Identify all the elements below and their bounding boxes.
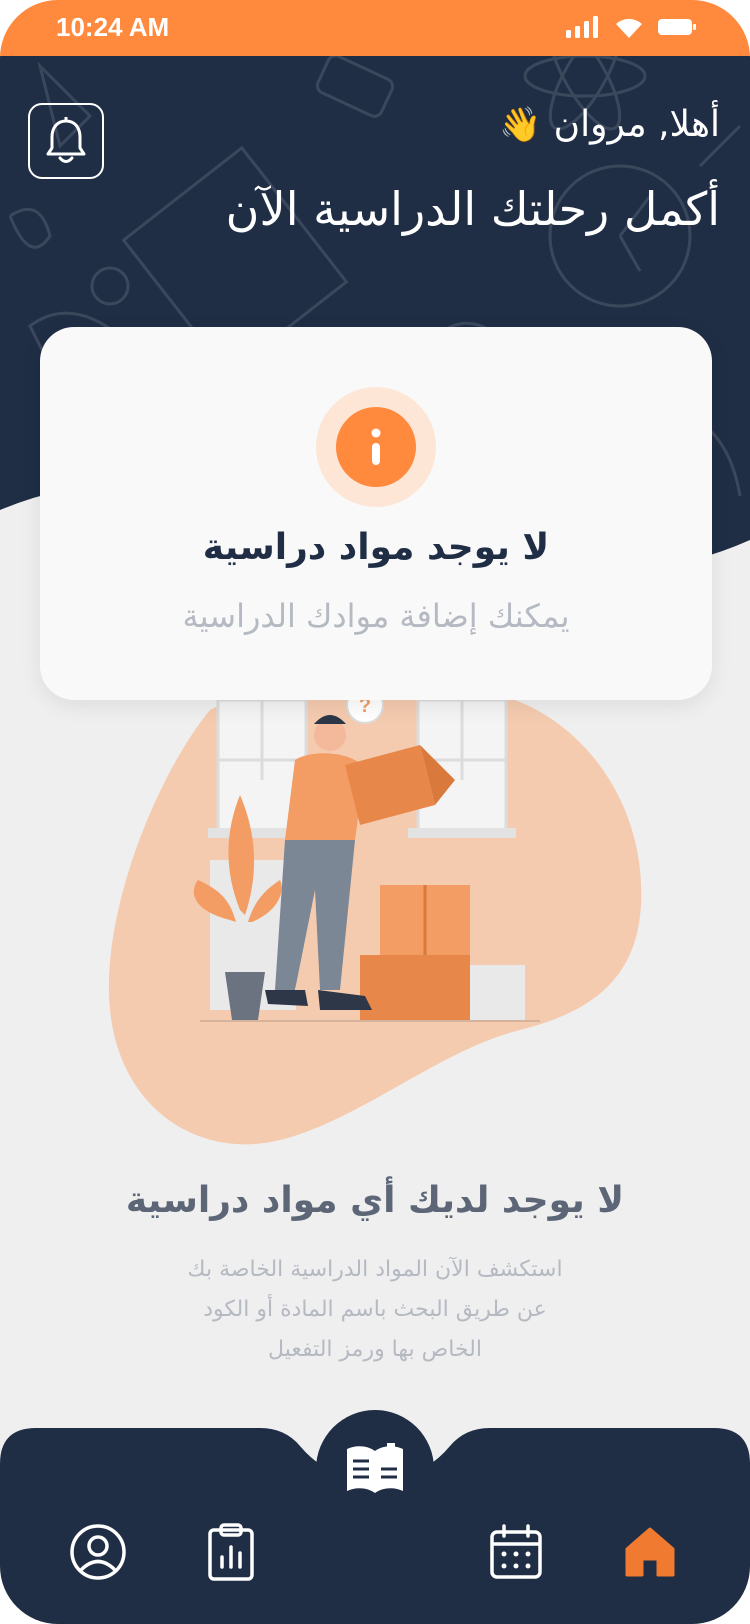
description-line: عن طريق البحث باسم المادة أو الكود: [203, 1297, 547, 1322]
open-book-icon: [347, 1443, 403, 1493]
status-time: 10:24 AM: [56, 12, 170, 42]
calendar-icon: [490, 1524, 542, 1579]
profile-icon: [70, 1524, 126, 1580]
nav-item-home[interactable]: [618, 1520, 682, 1584]
open-book-button[interactable]: [316, 1410, 434, 1528]
card-subtitle: يمكنك إضافة موادك الدراسية: [182, 597, 570, 635]
signal-icon: [566, 16, 598, 38]
app-screen: 10:24 AM أهلا, مروان 👋 أكمل رحلتك الدراس…: [0, 0, 750, 1624]
description-line: استكشف الآن المواد الدراسية الخاصة بك: [187, 1257, 563, 1282]
card-title: لا يوجد مواد دراسية: [202, 527, 550, 568]
home-icon: [625, 1527, 675, 1577]
bell-icon: [46, 117, 86, 163]
nav-item-profile[interactable]: [66, 1520, 130, 1584]
report-clipboard-icon: [208, 1523, 254, 1581]
greeting: أهلا, مروان 👋: [499, 104, 720, 145]
greeting-text: أهلا, مروان: [553, 104, 720, 145]
battery-icon: [658, 19, 696, 35]
waving-hand-icon: 👋: [499, 104, 542, 145]
nav-item-reports[interactable]: [199, 1520, 263, 1584]
nav-item-calendar[interactable]: [484, 1520, 548, 1584]
wifi-icon: [616, 18, 642, 38]
status-icons: [566, 16, 696, 38]
empty-state-title: لا يوجد لديك أي مواد دراسية: [125, 1180, 625, 1221]
notifications-button[interactable]: [28, 103, 104, 179]
page-headline: أكمل رحلتك الدراسية الآن: [225, 182, 720, 236]
empty-state-description: استكشف الآن المواد الدراسية الخاصة بك عن…: [0, 1250, 750, 1370]
no-subjects-card: لا يوجد مواد دراسية يمكنك إضافة موادك ال…: [40, 327, 712, 700]
status-bar: 10:24 AM: [0, 0, 750, 56]
description-line: الخاص بها ورمز التفعيل: [268, 1337, 482, 1362]
empty-state-illustration: ?: [108, 690, 642, 1145]
info-icon: [336, 407, 416, 487]
